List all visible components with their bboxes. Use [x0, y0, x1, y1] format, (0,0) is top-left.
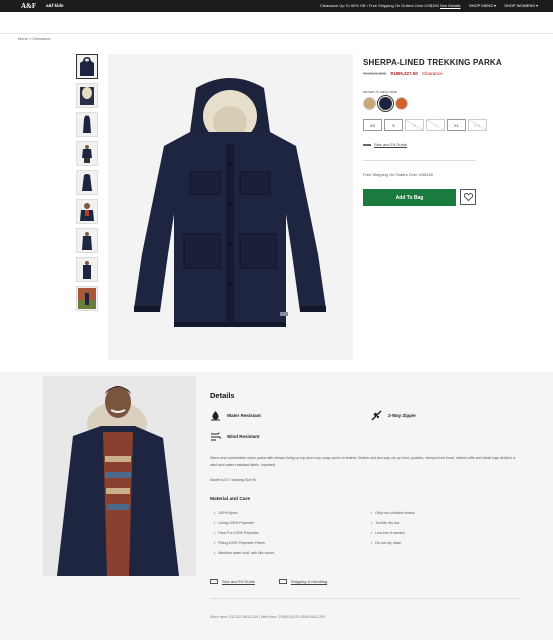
size-xl[interactable]: XL [447, 119, 466, 131]
size-fit-guide-label: Size and Fit Guide [222, 579, 255, 584]
divider [210, 598, 520, 599]
original-price: RUB16,825 [363, 71, 387, 76]
thumbnail-gallery [76, 54, 100, 315]
thumbnail-5[interactable] [76, 170, 98, 195]
swatch-orange[interactable] [395, 97, 408, 110]
promo-banner: Clearance Up To 50% Off • Free Shipping … [320, 3, 460, 9]
care-item: Faux Fur:100% Polyester [214, 530, 274, 540]
product-description: Warm and comfortable nylon parka with sh… [210, 456, 516, 467]
feature-label: Water Resistant [227, 413, 261, 418]
thumbnail-8[interactable] [76, 257, 98, 282]
heart-icon [463, 193, 473, 201]
add-to-bag-button[interactable]: Add To Bag [363, 189, 456, 206]
brand-logo[interactable]: A&F [21, 2, 36, 10]
size-l[interactable]: L [426, 119, 445, 131]
thumbnail-6[interactable] [76, 199, 98, 224]
top-bar: A&F a&f kids Clearance Up To 50% Off • F… [0, 0, 553, 12]
item-numbers: Store Item: 132-327-0612-200 | Web Item:… [210, 615, 326, 619]
top-nav: SHOP MENS ▾ SHOP WOMENS ▾ [469, 3, 545, 9]
wind-icon [210, 431, 221, 442]
color-swatches [363, 97, 408, 110]
details-title: Details [210, 391, 235, 400]
sub-navigation-bar [0, 12, 553, 34]
sale-price: RUB9,327.50 [390, 71, 418, 76]
size-selector: XS S M L XL XXL [363, 119, 489, 131]
thumbnail-4[interactable] [76, 141, 98, 166]
size-s[interactable]: S [384, 119, 403, 131]
shipping-handling-link[interactable]: Shipping & Handling [278, 579, 328, 584]
thumbnail-3[interactable] [76, 112, 98, 137]
details-links: Size and Fit Guide Shipping & Handling [210, 579, 351, 584]
promo-text: Clearance Up To 50% Off • Free Shipping … [320, 3, 439, 8]
shop-womens-menu[interactable]: SHOP WOMENS ▾ [504, 3, 538, 8]
swatch-tan[interactable] [363, 97, 376, 110]
thumbnail-1[interactable] [76, 54, 98, 79]
thumbnail-9[interactable] [76, 286, 98, 311]
ruler-icon [363, 143, 371, 146]
breadcrumb[interactable]: Mens > Clearance [18, 36, 51, 41]
shop-mens-menu[interactable]: SHOP MENS ▾ [469, 3, 496, 8]
swatch-navy-blue[interactable] [379, 97, 392, 110]
promo-details-link[interactable]: See Details [440, 3, 460, 8]
divider [363, 160, 476, 161]
zipper-icon [371, 410, 382, 421]
care-list-left: 100% Nylon Lining:100% Polyester Faux Fu… [214, 510, 274, 560]
clearance-tag: Clearance [422, 71, 443, 76]
size-guide-link[interactable]: Size and Fit Guide [363, 142, 407, 147]
model-size-note: Model is 6'1" wearing Size M [210, 478, 256, 482]
size-fit-guide-link[interactable]: Size and Fit Guide [210, 579, 255, 584]
product-title: SHERPA-LINED TREKKING PARKA [363, 58, 502, 67]
feature-water-resistant: Water Resistant [210, 410, 261, 421]
shipping-handling-label: Shipping & Handling [290, 579, 328, 584]
care-item: Tumble dry low [371, 520, 415, 530]
care-item: Do not dry clean [371, 540, 415, 550]
main-product-image[interactable] [108, 54, 353, 360]
size-m[interactable]: M [405, 119, 424, 131]
care-item: Lining:100% Polyester [214, 520, 274, 530]
kids-brand-link[interactable]: a&f kids [46, 3, 64, 9]
material-care-title: Material and Care [210, 497, 250, 502]
care-item: Machine wash cold, with like colors [214, 550, 274, 560]
ruler-icon [210, 579, 218, 584]
size-guide-label: Size and Fit Guide [374, 142, 407, 147]
price-row: RUB16,825 RUB9,327.50 Clearance [363, 71, 443, 76]
color-label: shown in navy blue [363, 89, 398, 94]
care-item: 100% Nylon [214, 510, 274, 520]
size-xs[interactable]: XS [363, 119, 382, 131]
care-list-right: Only non-chlorine bleach Tumble dry low … [371, 510, 415, 550]
care-item: Low iron if needed [371, 530, 415, 540]
water-drop-icon [210, 410, 221, 421]
thumbnail-2[interactable] [76, 83, 98, 108]
model-image [43, 376, 196, 576]
feature-wind-resistant: Wind Resistant [210, 431, 259, 442]
feature-2-way-zipper: 2-Way Zipper [371, 410, 416, 421]
care-item: Only non-chlorine bleach [371, 510, 415, 520]
truck-icon [278, 579, 287, 584]
size-xxl[interactable]: XXL [468, 119, 487, 131]
wishlist-button[interactable] [460, 189, 476, 205]
shipping-note: Free Shipping On Orders Over US$150 [363, 172, 434, 177]
feature-label: Wind Resistant [227, 434, 260, 439]
thumbnail-7[interactable] [76, 228, 98, 253]
care-item: Filling:100% Polyester Fibres [214, 540, 274, 550]
feature-label: 2-Way Zipper [388, 413, 417, 418]
